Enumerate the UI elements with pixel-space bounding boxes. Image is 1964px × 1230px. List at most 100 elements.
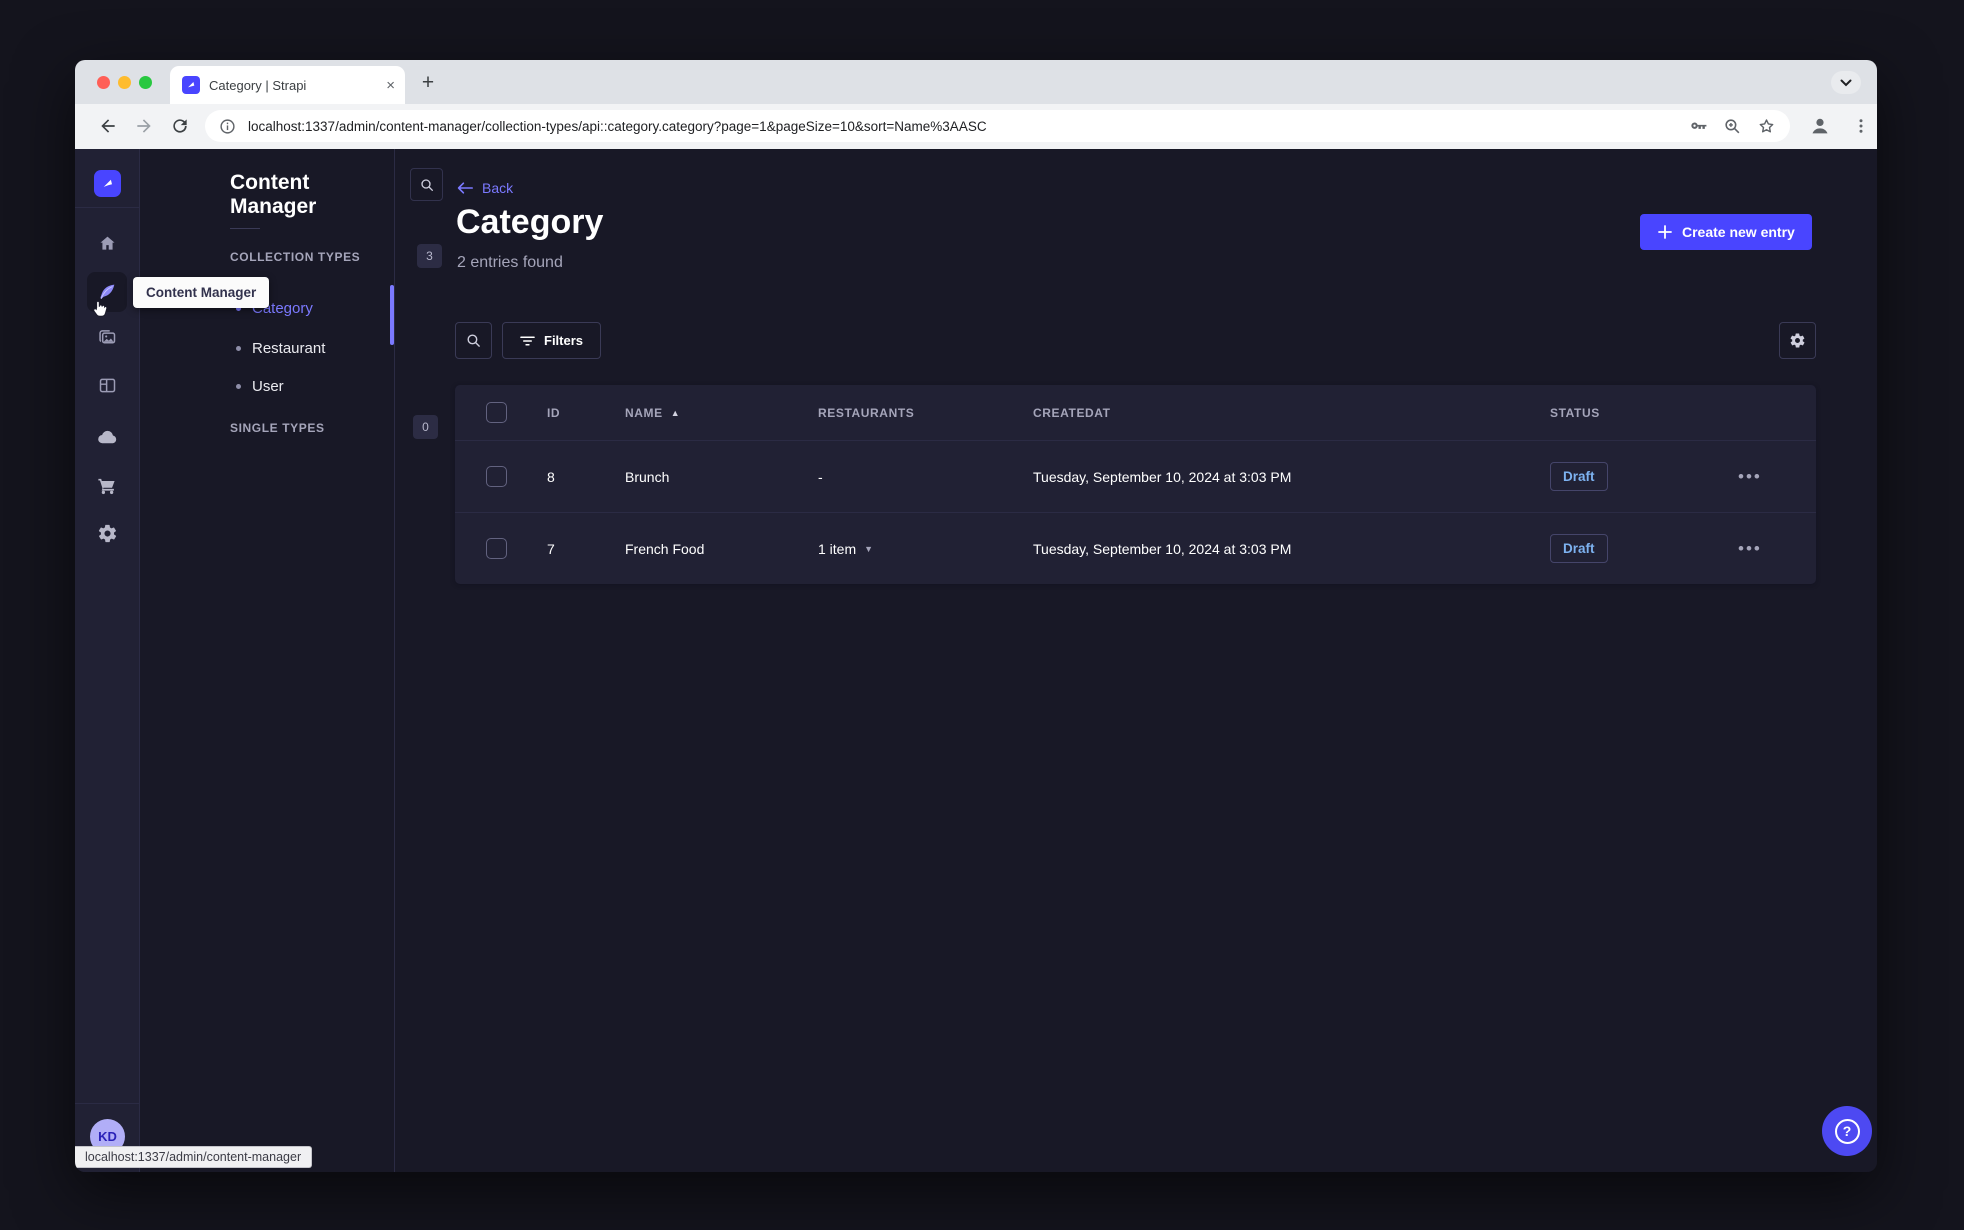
- subnav-item-label: User: [252, 377, 284, 395]
- search-icon: [467, 334, 480, 347]
- tab-title: Category | Strapi: [209, 77, 307, 93]
- forward-icon[interactable]: [134, 116, 154, 136]
- search-icon: [420, 178, 433, 191]
- cell-restaurants: -: [818, 468, 823, 485]
- maximize-window-button[interactable]: [139, 76, 152, 89]
- strapi-favicon: [182, 76, 200, 94]
- window-controls: [97, 76, 152, 89]
- sidebar-divider: [75, 1103, 140, 1104]
- table-row[interactable]: 7 French Food 1 item ▼ Tuesday, Septembe…: [455, 512, 1816, 584]
- question-mark-icon: ?: [1834, 1118, 1860, 1144]
- strapi-logo[interactable]: [94, 170, 121, 197]
- browser-tab-strip: Category | Strapi × +: [75, 60, 1877, 104]
- sidebar-item-content-type-builder[interactable]: [87, 365, 127, 405]
- content-type-builder-icon: [99, 378, 115, 392]
- active-item-indicator: [390, 285, 394, 345]
- browser-tab[interactable]: Category | Strapi ×: [170, 66, 405, 104]
- subnav-search-button[interactable]: [410, 168, 443, 201]
- single-types-count: 0: [413, 415, 438, 439]
- chevron-down-icon: [1840, 79, 1852, 86]
- back-icon[interactable]: [98, 116, 118, 136]
- cell-id: 8: [547, 468, 555, 485]
- reload-icon[interactable]: [170, 116, 190, 136]
- sidebar-item-home[interactable]: [87, 223, 127, 263]
- column-header-createdat[interactable]: CREATEDAT: [1023, 406, 1540, 420]
- sidebar-divider: [75, 207, 140, 208]
- back-link[interactable]: Back: [457, 180, 513, 196]
- create-new-entry-label: Create new entry: [1682, 224, 1795, 240]
- strapi-app: KD Content Manager COLLECTION TYPES 3 Ca…: [75, 149, 1877, 1172]
- column-header-id[interactable]: ID: [537, 406, 615, 420]
- cell-createdat: Tuesday, September 10, 2024 at 3:03 PM: [1033, 468, 1292, 485]
- cell-id: 7: [547, 540, 555, 557]
- column-header-status[interactable]: STATUS: [1540, 406, 1726, 420]
- main-nav-sidebar: KD: [75, 149, 140, 1172]
- cell-name: Brunch: [625, 468, 670, 485]
- gear-icon: [1790, 333, 1805, 348]
- media-library-icon: [98, 329, 115, 343]
- sidebar-item-cloud[interactable]: [87, 417, 127, 457]
- link-status-bar: localhost:1337/admin/content-manager: [75, 1146, 313, 1168]
- filters-button[interactable]: Filters: [502, 322, 602, 359]
- row-checkbox[interactable]: [485, 538, 507, 559]
- browser-toolbar: localhost:1337/admin/content-manager/col…: [75, 104, 1877, 149]
- shopping-cart-icon: [97, 478, 115, 494]
- status-badge: Draft: [1550, 534, 1608, 563]
- subnav-item-restaurant[interactable]: Restaurant: [236, 336, 325, 360]
- gear-icon: [98, 524, 116, 542]
- minimize-window-button[interactable]: [118, 76, 131, 89]
- browser-menu-icon[interactable]: [1852, 116, 1870, 136]
- cloud-icon: [97, 430, 116, 443]
- collection-types-label: COLLECTION TYPES: [230, 250, 361, 264]
- new-tab-button[interactable]: +: [413, 69, 443, 97]
- column-header-name-label: NAME: [625, 405, 663, 420]
- row-actions-menu[interactable]: •••: [1726, 539, 1816, 559]
- row-checkbox[interactable]: [485, 466, 507, 487]
- cursor-pointer-hand: [93, 300, 108, 317]
- filters-label: Filters: [544, 333, 584, 348]
- entries-table: ID NAME ▲ RESTAURANTS CREATEDAT STATUS 8…: [455, 385, 1816, 584]
- subnav-item-label: Restaurant: [252, 339, 326, 357]
- select-all-checkbox[interactable]: [485, 402, 507, 423]
- sidebar-item-marketplace[interactable]: [87, 465, 127, 505]
- sort-ascending-icon: ▲: [670, 407, 681, 418]
- entries-count: 2 entries found: [457, 254, 563, 271]
- profile-icon[interactable]: [1808, 114, 1832, 138]
- subnav-item-user[interactable]: User: [236, 374, 284, 398]
- view-settings-button[interactable]: [1779, 322, 1816, 359]
- sidebar-item-settings[interactable]: [87, 513, 127, 553]
- column-header-name[interactable]: NAME ▲: [615, 406, 808, 420]
- create-new-entry-button[interactable]: Create new entry: [1640, 214, 1812, 250]
- cell-name: French Food: [625, 540, 705, 557]
- close-window-button[interactable]: [97, 76, 110, 89]
- password-key-icon[interactable]: [1689, 117, 1708, 136]
- plus-icon: [1658, 225, 1672, 239]
- table-header-row: ID NAME ▲ RESTAURANTS CREATEDAT STATUS: [455, 385, 1816, 440]
- back-arrow-icon: [457, 182, 473, 194]
- help-button[interactable]: ?: [1822, 1106, 1872, 1156]
- subnav-divider: [230, 228, 260, 229]
- url-bar[interactable]: localhost:1337/admin/content-manager/col…: [205, 110, 1790, 142]
- tab-search-button[interactable]: [1831, 71, 1861, 94]
- sidebar-item-media-library[interactable]: [87, 317, 127, 357]
- status-badge: Draft: [1550, 462, 1608, 491]
- search-entries-button[interactable]: [455, 322, 492, 359]
- subnav-title: Content Manager: [230, 171, 317, 218]
- info-icon[interactable]: [219, 118, 236, 135]
- zoom-icon[interactable]: [1723, 117, 1742, 136]
- table-row[interactable]: 8 Brunch - Tuesday, September 10, 2024 a…: [455, 440, 1816, 512]
- bookmark-star-icon[interactable]: [1757, 117, 1776, 136]
- content-manager-tooltip: Content Manager: [133, 277, 270, 308]
- collection-types-count: 3: [417, 244, 442, 268]
- page-title: Category: [456, 203, 604, 241]
- relation-count-label: 1 item: [818, 540, 857, 557]
- single-types-label: SINGLE TYPES: [230, 421, 325, 435]
- back-label: Back: [482, 180, 514, 196]
- bullet-icon: [236, 383, 241, 389]
- home-icon: [100, 236, 114, 250]
- column-header-restaurants[interactable]: RESTAURANTS: [808, 406, 1023, 420]
- tab-close-icon[interactable]: ×: [386, 78, 395, 93]
- row-actions-menu[interactable]: •••: [1726, 467, 1816, 487]
- bullet-icon: [236, 345, 241, 351]
- cell-restaurants[interactable]: 1 item ▼: [808, 541, 1023, 557]
